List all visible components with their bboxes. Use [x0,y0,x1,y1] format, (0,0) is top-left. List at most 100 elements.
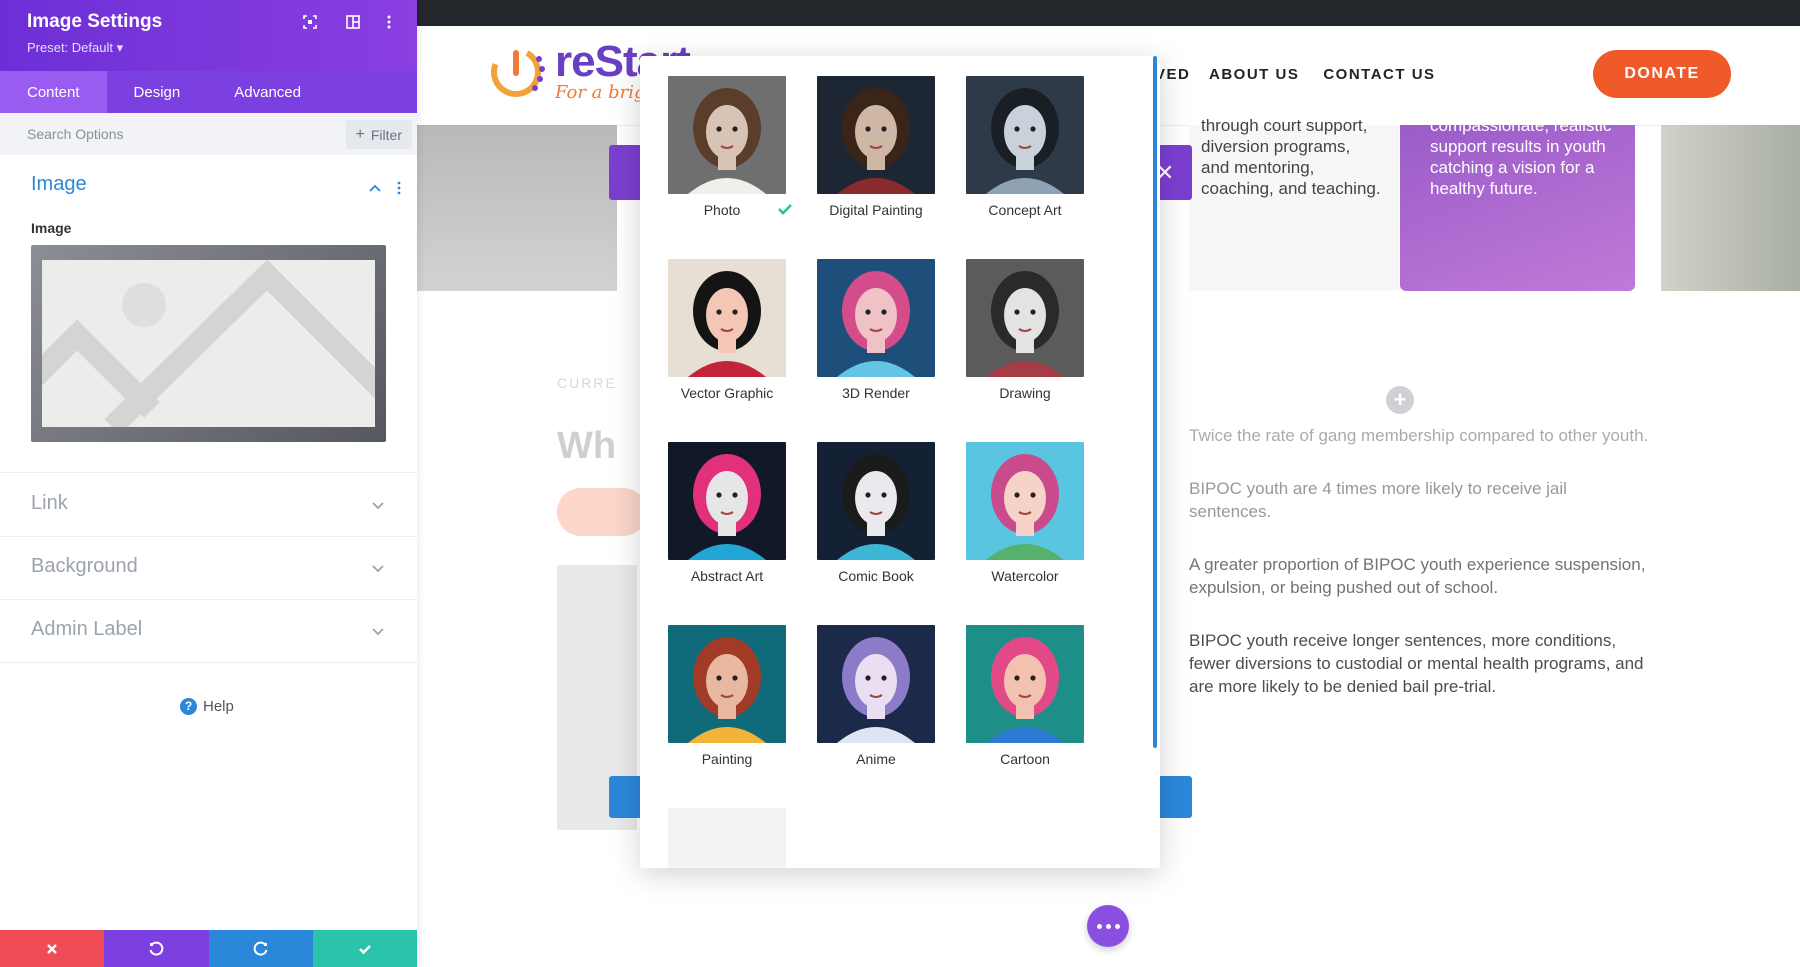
style-thumbnail [817,76,935,194]
selected-checkmark-icon [776,200,794,218]
style-label: Painting [648,751,806,767]
dot-icon [1097,924,1102,929]
style-option-digital-painting[interactable]: Digital Painting [817,76,935,259]
style-option-anime[interactable]: Anime [817,625,935,808]
search-row: + Filter [0,113,417,155]
panel-header: Image Settings Preset: Default ▾ [0,0,417,71]
accordion-link[interactable]: Link [0,474,417,537]
style-thumbnail [668,76,786,194]
style-thumbnail [668,442,786,560]
style-thumbnail [966,625,1084,743]
nav-item-about-us[interactable]: ABOUT US [1209,66,1299,83]
style-thumbnail [966,442,1084,560]
image-upload-well[interactable] [31,245,386,442]
tab-content[interactable]: Content [0,71,107,113]
image-field-label: Image [31,220,71,236]
stat-item: BIPOC youth receive longer sentences, mo… [1189,629,1649,698]
style-option-cartoon[interactable]: Cartoon [966,625,1084,808]
stat-item: BIPOC youth are 4 times more likely to r… [1189,477,1649,523]
stats-list: Twice the rate of gang membership compar… [1189,424,1649,728]
panel-footer [0,930,417,967]
chooser-scrollbar[interactable] [1153,56,1157,748]
style-thumbnail [817,442,935,560]
style-label: Comic Book [797,568,955,584]
style-label: Vector Graphic [648,385,806,401]
hero-image-left [417,125,617,291]
stat-item: A greater proportion of BIPOC youth expe… [1189,553,1649,599]
current-section-label: CURRE [557,375,617,391]
hero-card-court-support-text: through court support, diversion program… [1201,115,1381,199]
style-label: Cartoon [946,751,1104,767]
style-thumbnail [966,76,1084,194]
stat-item: Twice the rate of gang membership compar… [1189,424,1649,447]
style-option-drawing[interactable]: Drawing [966,259,1084,442]
style-label: Abstract Art [648,568,806,584]
style-grid: Photo Digital Painting Concept Art Vector G… [668,76,1084,868]
plus-icon: + [356,126,365,144]
hero-image-right [1661,125,1800,291]
style-thumbnail [817,259,935,377]
section-heading: Wh [557,425,616,468]
dot-icon [1106,924,1111,929]
style-option-3d-render[interactable]: 3D Render [817,259,935,442]
discard-button[interactable] [0,930,104,967]
filter-label: Filter [371,127,402,143]
style-label: 3D Render [797,385,955,401]
style-option-watercolor[interactable]: Watercolor [966,442,1084,625]
style-thumbnail [668,625,786,743]
add-module-icon[interactable]: + [1386,386,1414,414]
style-option-abstract-art[interactable]: Abstract Art [668,442,786,625]
panel-title: Image Settings [27,11,162,33]
hero-card-court-support: through court support, diversion program… [1189,125,1399,291]
power-logo-icon [485,41,547,103]
chevron-down-icon [371,624,385,638]
undo-button[interactable] [104,930,208,967]
style-option-loading[interactable] [668,808,786,868]
style-option-photo[interactable]: Photo [668,76,786,259]
style-thumbnail [668,259,786,377]
style-option-painting[interactable]: Painting [668,625,786,808]
preset-selector[interactable]: Preset: Default ▾ [27,40,123,56]
redo-button[interactable] [209,930,313,967]
image-placeholder-icon [42,260,375,427]
nav-item-contact-us[interactable]: CONTACT US [1323,66,1435,83]
style-option-comic-book[interactable]: Comic Book [817,442,935,625]
image-placeholder [42,260,375,427]
page-settings-button[interactable] [1087,905,1129,947]
accordion-admin-label[interactable]: Admin Label [0,600,417,663]
image-section-title[interactable]: Image [31,173,87,196]
style-label: Concept Art [946,202,1104,218]
section-options-icon[interactable] [396,180,402,196]
style-option-vector-graphic[interactable]: Vector Graphic [668,259,786,442]
redo-icon [253,941,269,957]
nav-item-get-involved[interactable]: VED [1155,66,1190,83]
chevron-down-icon [371,498,385,512]
site-top-bar [417,0,1800,26]
image-section: Image Image [0,155,417,473]
tab-design[interactable]: Design [107,71,208,113]
undo-icon [148,941,164,957]
panel-tabs: Content Design Advanced [0,71,417,113]
tab-advanced[interactable]: Advanced [207,71,328,113]
filter-button[interactable]: + Filter [346,120,412,149]
checkmark-icon [357,941,373,957]
help-link[interactable]: ? Help [180,698,234,715]
save-button[interactable] [313,930,417,967]
search-options-input[interactable] [27,113,287,155]
section-cta-button[interactable] [557,488,647,536]
chevron-down-icon [371,561,385,575]
style-thumbnail [817,625,935,743]
chevron-up-icon[interactable] [369,183,381,193]
style-label: Drawing [946,385,1104,401]
close-icon [44,941,60,957]
style-option-concept-art[interactable]: Concept Art [966,76,1084,259]
split-view-icon[interactable] [344,13,362,31]
style-label: Digital Painting [797,202,955,218]
fullscreen-icon[interactable] [301,13,319,31]
more-options-icon[interactable] [380,13,398,31]
accordion-background[interactable]: Background [0,537,417,600]
dot-icon [1115,924,1120,929]
hero-card-compassionate: compassionate, realistic support results… [1400,125,1635,291]
donate-button[interactable]: DONATE [1593,50,1731,98]
settings-panel: Image Settings Preset: Default ▾ Content… [0,0,417,967]
